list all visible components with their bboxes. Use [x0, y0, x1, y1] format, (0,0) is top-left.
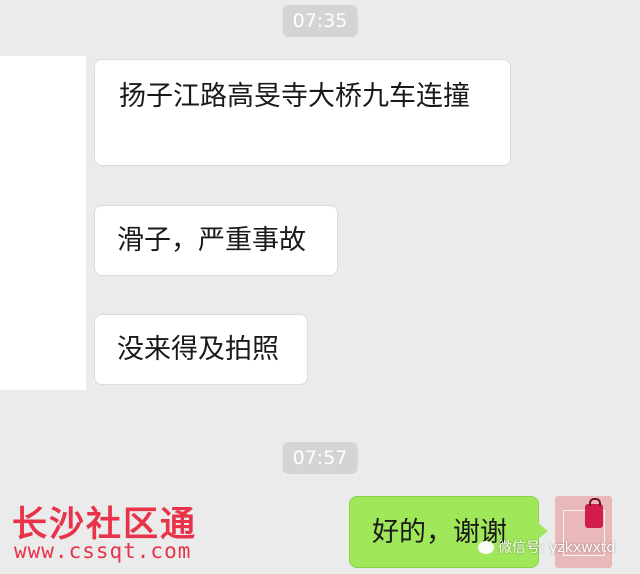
- message-bubble-incoming-3[interactable]: 没来得及拍照: [94, 314, 308, 385]
- watermark-wechat: 微信号: yzkxwxtd: [478, 537, 615, 557]
- message-bubble-incoming-1[interactable]: 扬子江路高旻寺大桥九车连撞: [94, 59, 511, 166]
- watermark-wechat-id: 微信号: yzkxwxtd: [498, 540, 616, 556]
- contact-avatar[interactable]: [0, 56, 86, 390]
- timestamp-1: 07:35: [282, 5, 358, 37]
- timestamp-2: 07:57: [282, 442, 358, 474]
- message-bubble-incoming-2[interactable]: 滑子，严重事故: [94, 205, 338, 276]
- watermark-url: www.cssqt.com: [14, 539, 192, 563]
- wechat-icon: [478, 540, 494, 554]
- shopping-bag-icon: [585, 498, 603, 528]
- user-avatar[interactable]: [555, 496, 612, 568]
- message-bubble-outgoing[interactable]: 好的，谢谢: [349, 496, 539, 568]
